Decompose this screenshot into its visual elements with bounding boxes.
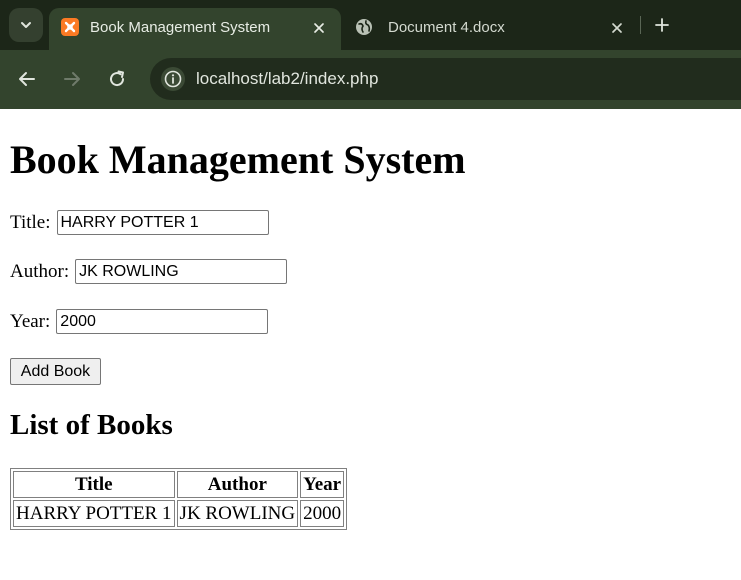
browser-chrome: Book Management System Document 4.docx l…: [0, 0, 741, 109]
column-header-author: Author: [176, 471, 299, 498]
url-text[interactable]: localhost/lab2/index.php: [196, 69, 378, 89]
cell-year: 2000: [300, 500, 345, 527]
add-book-button[interactable]: Add Book: [10, 358, 101, 385]
title-row: Title:: [10, 210, 269, 235]
arrow-left-icon: [19, 72, 35, 86]
year-label: Year:: [10, 310, 51, 332]
author-row: Author:: [10, 259, 288, 284]
arrow-right-icon: [64, 72, 80, 86]
tab-divider: [640, 16, 641, 34]
cell-author: JK ROWLING: [176, 500, 299, 527]
xampp-icon: [61, 18, 79, 36]
reload-icon: [110, 70, 125, 87]
table-row: HARRY POTTER 1 JK ROWLING 2000: [13, 500, 345, 527]
year-row: Year:: [10, 309, 269, 334]
tab-search-button[interactable]: [9, 8, 43, 42]
page-content: Book Management System Title: Author: Ye…: [0, 109, 741, 580]
new-tab-button[interactable]: [651, 14, 673, 36]
author-input[interactable]: [75, 259, 288, 284]
back-button[interactable]: [15, 67, 39, 91]
reload-button[interactable]: [105, 67, 129, 91]
tab-title: Book Management System: [90, 19, 271, 36]
tab-document[interactable]: Document 4.docx: [343, 8, 639, 50]
page-title: Book Management System: [10, 137, 466, 182]
cell-title: HARRY POTTER 1: [13, 500, 175, 527]
info-icon: [164, 70, 182, 88]
tab-title: Document 4.docx: [388, 19, 505, 36]
plus-icon: [655, 18, 669, 32]
globe-icon: [355, 18, 373, 36]
title-label: Title:: [10, 211, 51, 233]
title-input[interactable]: [56, 210, 269, 235]
table-header-row: Title Author Year: [13, 471, 345, 498]
close-icon[interactable]: [310, 19, 328, 37]
site-info-button[interactable]: [161, 67, 185, 91]
chevron-down-icon: [21, 22, 31, 28]
tab-book-management[interactable]: Book Management System: [49, 8, 341, 50]
column-header-title: Title: [13, 471, 175, 498]
books-table: Title Author Year HARRY POTTER 1 JK ROWL…: [10, 468, 348, 530]
year-input[interactable]: [56, 309, 269, 334]
forward-button[interactable]: [60, 67, 84, 91]
tab-strip: Book Management System Document 4.docx: [0, 0, 741, 50]
author-label: Author:: [10, 260, 70, 282]
close-icon[interactable]: [608, 19, 626, 37]
column-header-year: Year: [300, 471, 345, 498]
list-heading: List of Books: [10, 409, 173, 441]
